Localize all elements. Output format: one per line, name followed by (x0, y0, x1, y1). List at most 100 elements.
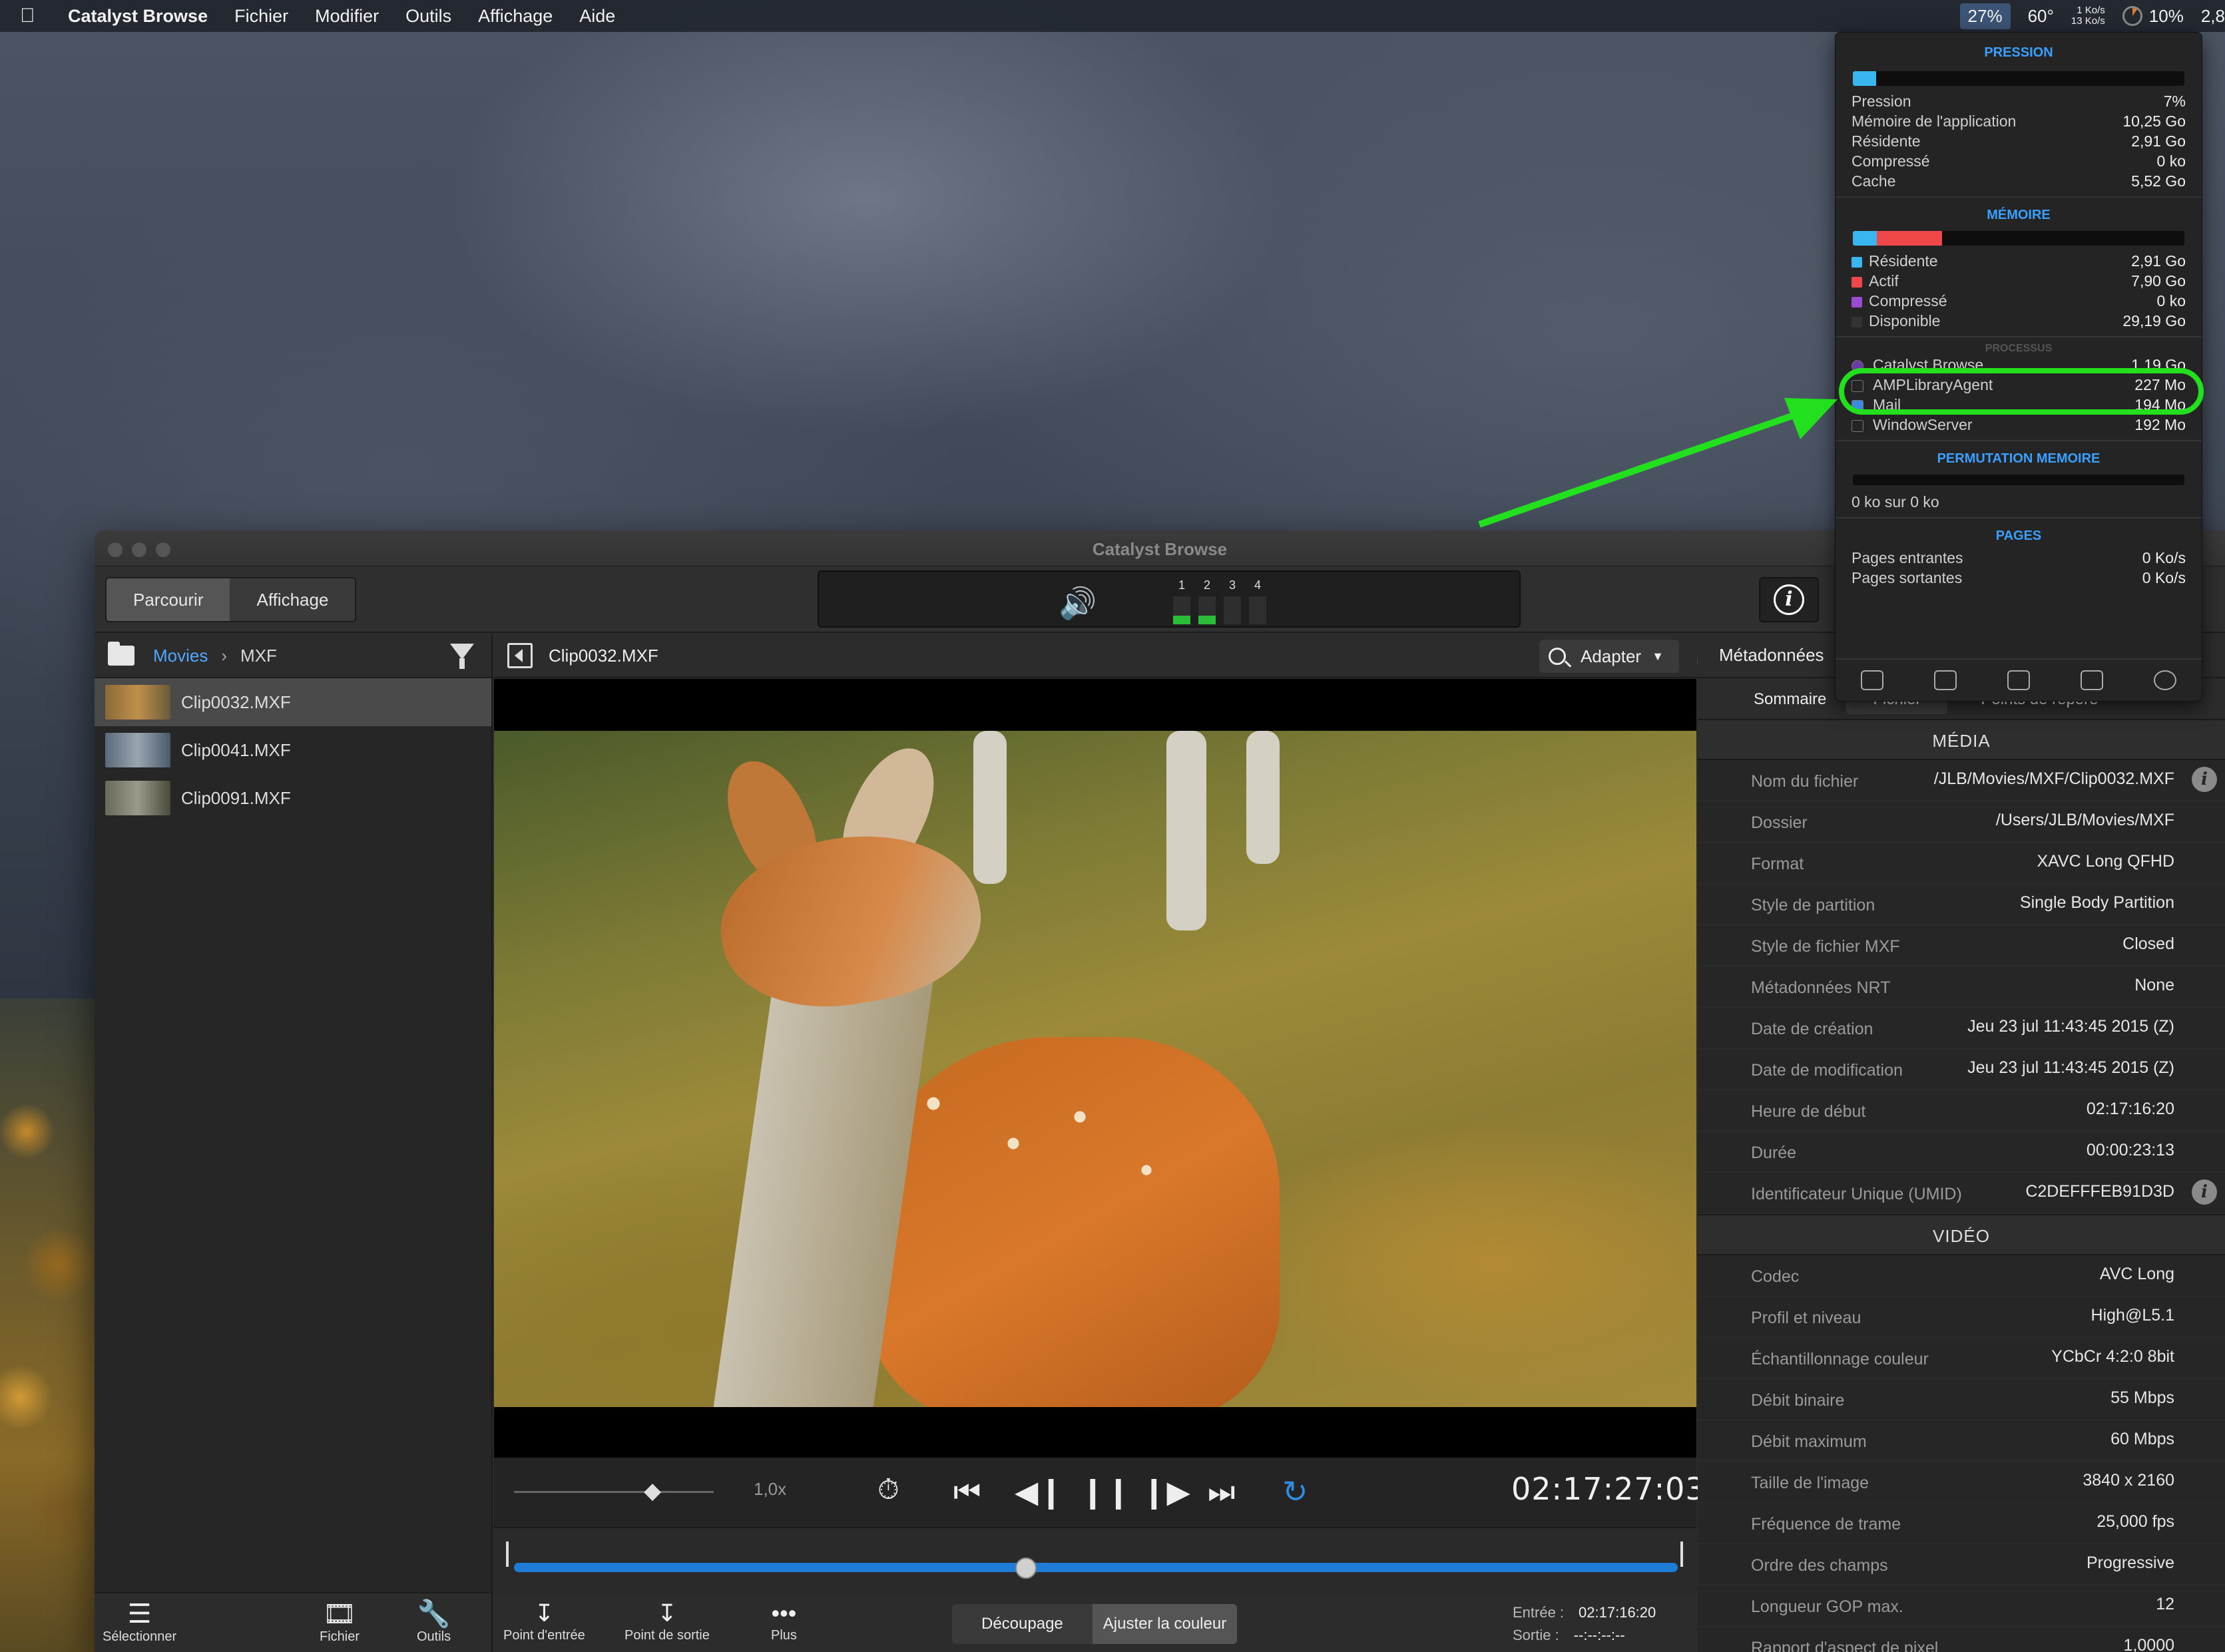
breadcrumb-movies[interactable]: Movies (153, 646, 208, 666)
tab-affichage[interactable]: Affichage (230, 578, 356, 621)
popover-row: Compressé 0 ko (1836, 291, 2202, 311)
popover-value: 192 Mo (2134, 416, 2186, 433)
network-stat[interactable]: 1 Ko/s 13 Ko/s (2071, 5, 2105, 27)
zoom-dropdown[interactable]: Adapter ▼ (1539, 640, 1679, 673)
temperature-stat[interactable]: 60° (2028, 6, 2054, 27)
collapse-panel-icon[interactable] (507, 643, 533, 668)
file-item[interactable]: Clip0041.MXF (95, 726, 491, 774)
loop-icon[interactable]: ↻ (1282, 1474, 1308, 1510)
terminal-icon (1852, 420, 1863, 432)
menu-app-name[interactable]: Catalyst Browse (68, 6, 208, 27)
out-point-button[interactable]: ↧ Point de sortie (624, 1599, 710, 1643)
popover-label: Mémoire de l'application (1852, 112, 2017, 130)
timeline-track[interactable] (514, 1563, 1678, 1572)
step-back-icon[interactable]: ◀❙ (1015, 1474, 1064, 1510)
tab-sommaire[interactable]: Sommaire (1698, 690, 1846, 709)
info-icon[interactable]: i (2192, 1179, 2217, 1205)
memory-stat[interactable]: 27% (1959, 3, 2011, 29)
popover-label: Cache (1852, 172, 1896, 190)
popover-value: 0 ko (2156, 292, 2186, 310)
tools-menu-button[interactable]: 🔧 Outils (417, 1599, 451, 1645)
popover-label-wrap: Compressé (1852, 151, 1930, 171)
swap-header: PERMUTATION MEMOIRE (1937, 451, 2101, 466)
separator (1836, 440, 2202, 441)
metadata-row: Ordre des champs Progressive (1698, 1544, 2225, 1585)
pause-icon[interactable]: ❙❙ (1080, 1474, 1131, 1510)
pression-rows: Pression 7% Mémoire de l'application 10,25 … (1836, 91, 2202, 191)
metadata-row: Date de création Jeu 23 jul 11:43:45 2015… (1698, 1008, 2225, 1049)
timer-icon[interactable]: ⏱ (877, 1474, 899, 1506)
metadata-row: Heure de début 02:17:16:20 (1698, 1090, 2225, 1132)
metadata-value: 55 Mbps (2110, 1388, 2174, 1407)
popover-label-wrap: Disponible (1852, 311, 1940, 331)
tools-label: Outils (417, 1629, 451, 1644)
search-icon (1549, 648, 1566, 665)
video-viewer[interactable] (494, 679, 1696, 1458)
checklist-icon: ☰ (127, 1599, 152, 1629)
tab-parcourir[interactable]: Parcourir (107, 578, 230, 621)
channel-bar (1198, 596, 1216, 624)
file-label: Fichier (320, 1629, 360, 1644)
metadata-row: Taille de l'image 3840 x 2160 (1698, 1462, 2225, 1503)
system-info-icon[interactable] (1934, 670, 1957, 690)
channel-bar (1224, 596, 1241, 624)
info-icon[interactable]: i (2192, 767, 2217, 792)
file-menu-button[interactable]: 🎞 Fichier (320, 1599, 360, 1645)
thumbnail (105, 733, 170, 767)
select-button[interactable]: ☰ Sélectionner (103, 1599, 176, 1645)
info-icon: i (1774, 584, 1804, 615)
popover-label-wrap: Résidente (1852, 131, 1921, 151)
more-button[interactable]: ••• Plus (771, 1599, 797, 1643)
menu-aide[interactable]: Aide (579, 6, 615, 27)
audio-channel-3: 3 (1222, 578, 1242, 624)
extra-stat[interactable]: 2,8 (2201, 6, 2225, 27)
speaker-icon[interactable]: 🔊 (1059, 585, 1097, 622)
tab-decoupage[interactable]: Découpage (952, 1604, 1093, 1644)
metadata-panel: MÉDIA Nom du fichier/JLB/Movies/MXF/Clip… (1698, 719, 2225, 1652)
menu-affichage[interactable]: Affichage (478, 6, 553, 27)
metadata-value: 12 (2156, 1595, 2174, 1613)
breadcrumb: Movies › MXF (95, 634, 491, 678)
out-marker[interactable] (1680, 1542, 1683, 1567)
metadata-value: Jeu 23 jul 11:43:45 2015 (Z) (1967, 1017, 2174, 1036)
jog-handle-icon[interactable]: ◆ (644, 1478, 661, 1504)
viewer-header: Clip0032.MXF Adapter ▼ ⤢ ⚙ (494, 634, 1790, 678)
popover-label: Compressé (1852, 152, 1930, 170)
transport-controls: ◆ 1,0x ⏱ ⏮ ◀❙ ❙❙ ❙▶ ⏭ ↻ 02:17:27:03 (494, 1458, 1705, 1527)
timeline-scrubber[interactable] (494, 1527, 1696, 1596)
apple-icon[interactable]:  (20, 5, 47, 27)
go-to-end-icon[interactable]: ⏭ (1208, 1474, 1235, 1511)
info-button[interactable]: i (1759, 577, 1819, 622)
pression-bar-fill (1853, 71, 1876, 86)
popover-value: 5,52 Go (2131, 172, 2186, 190)
in-marker[interactable] (506, 1542, 509, 1567)
playhead-handle[interactable] (1015, 1557, 1037, 1579)
breadcrumb-mxf[interactable]: MXF (240, 646, 277, 666)
menu-modifier[interactable]: Modifier (315, 6, 379, 27)
disk-utility-icon[interactable] (2081, 670, 2103, 690)
menu-outils[interactable]: Outils (405, 6, 451, 27)
go-to-start-icon[interactable]: ⏮ (953, 1474, 981, 1511)
battery-stat[interactable]: 10% (2122, 6, 2184, 27)
menu-fichier[interactable]: Fichier (234, 6, 288, 27)
deer-body (867, 1037, 1280, 1407)
step-forward-icon[interactable]: ❙▶ (1141, 1474, 1190, 1510)
terminal-icon[interactable] (2007, 670, 2030, 690)
settings-icon[interactable] (2154, 670, 2176, 690)
in-point-button[interactable]: ↧ Point d'entrée (503, 1599, 585, 1643)
metadata-value: C2DEFFFEB91D3D (2025, 1182, 2174, 1201)
popover-row: Pression 7% (1836, 91, 2202, 111)
out-value: --:--:--:-- (1573, 1627, 1625, 1643)
filter-icon[interactable] (450, 644, 474, 669)
separator (1836, 196, 2202, 198)
popover-value: 7% (2163, 93, 2186, 110)
tab-ajuster-couleur[interactable]: Ajuster la couleur (1092, 1604, 1238, 1644)
activity-monitor-icon[interactable] (1861, 670, 1883, 690)
file-item[interactable]: Clip0091.MXF (95, 774, 491, 822)
audio-channel-1: 1 (1172, 578, 1192, 624)
popover-label: Résidente (1852, 132, 1921, 150)
network-down: 13 Ko/s (2071, 15, 2105, 27)
file-item[interactable]: Clip0032.MXF (95, 678, 491, 726)
popover-label-wrap: Pression (1852, 91, 1911, 111)
jog-slider[interactable] (514, 1491, 714, 1493)
